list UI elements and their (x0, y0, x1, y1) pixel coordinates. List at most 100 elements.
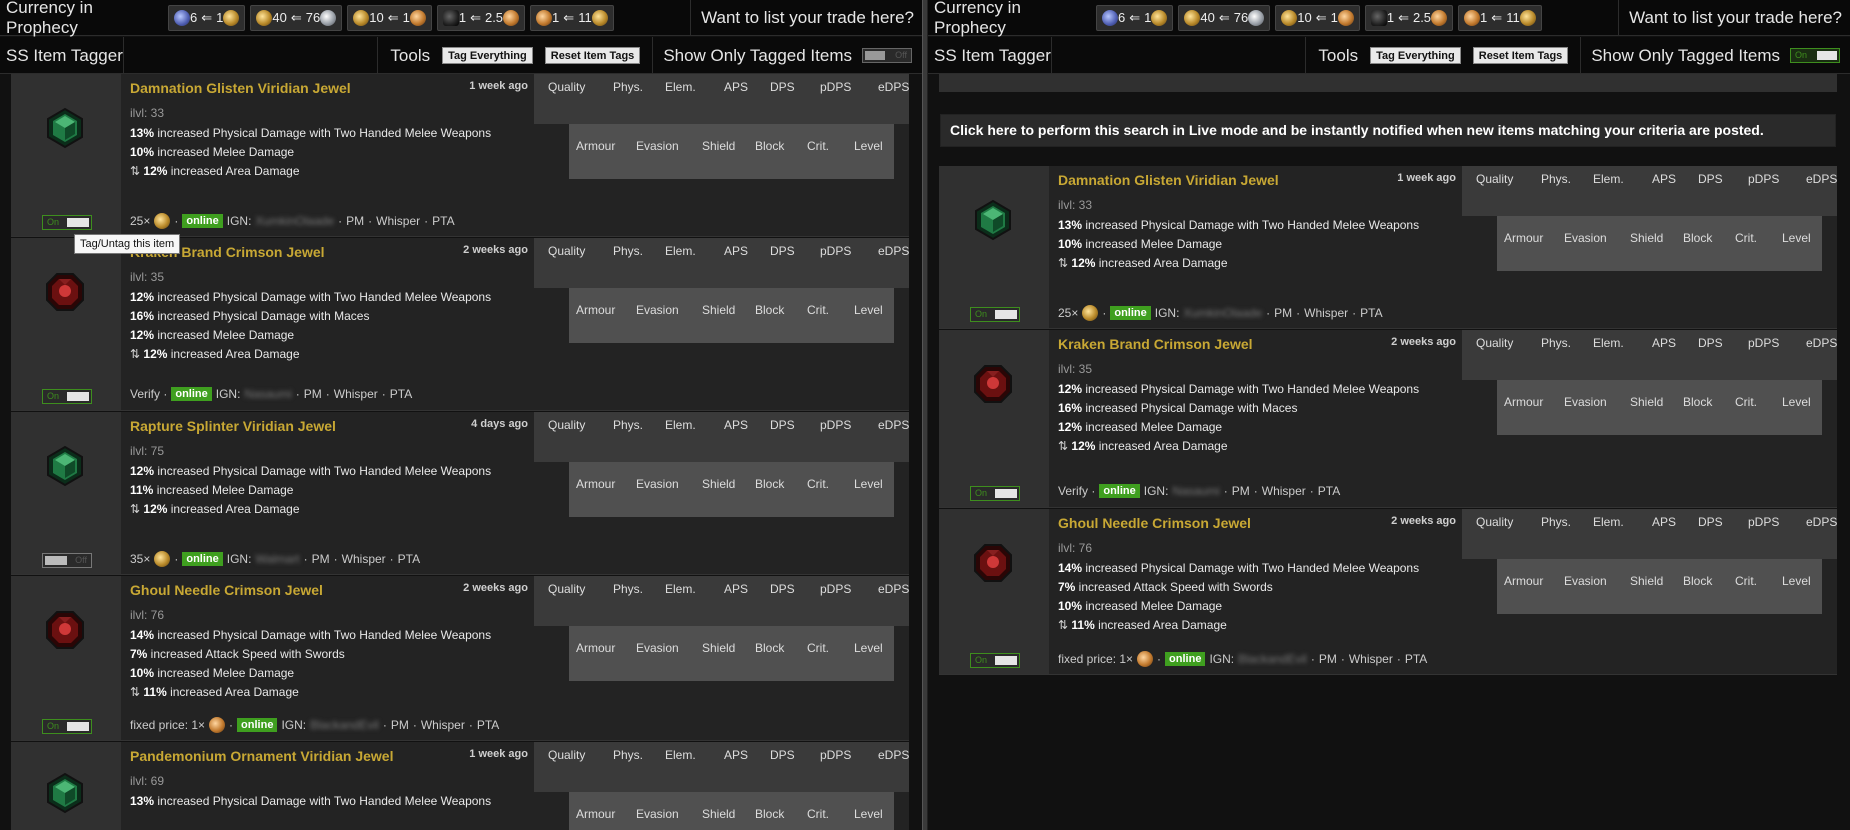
currency-rate-chip[interactable]: 1 ⇐ 2.5 (436, 4, 526, 31)
tag-toggle[interactable]: On (970, 653, 1020, 668)
tagger-toolbar: SS Item Tagger Tools Tag Everything Reset I… (928, 36, 1850, 74)
item-name[interactable]: Damnation Glisten Viridian Jewel (1058, 172, 1279, 188)
mod-text: increased Melee Damage (1082, 237, 1223, 251)
hybrid-mod-icon: ⇅ (130, 347, 144, 361)
promo-link[interactable]: Want to list your trade here? (1618, 0, 1850, 36)
tools-menu[interactable]: Tools (1305, 36, 1370, 74)
stat-label: Crit. (807, 477, 829, 491)
mod-value: 12% (130, 464, 155, 478)
mod-line: 12% increased Physical Damage with Two H… (130, 288, 491, 307)
pta-link[interactable]: PTA (1405, 652, 1427, 666)
stats-header: Quality Phys. Elem. APS DPS pDPS eDPS (1462, 509, 1837, 559)
stat-label: Elem. (665, 80, 696, 94)
tag-toggle[interactable]: On (970, 307, 1020, 322)
item-name[interactable]: Pandemonium Ornament Viridian Jewel (130, 748, 393, 764)
pm-link[interactable]: PM (312, 552, 330, 566)
show-only-tagged-toggle[interactable]: Off (862, 47, 912, 63)
pm-link[interactable]: PM (1232, 484, 1250, 498)
separator: · (1223, 484, 1228, 498)
currency-rate-chip[interactable]: 1 ⇐ 11 (1458, 4, 1542, 31)
pta-link[interactable]: PTA (398, 552, 420, 566)
show-only-tagged-toggle[interactable]: On (1790, 47, 1840, 63)
pm-link[interactable]: PM (346, 214, 364, 228)
mod-value: 7% (130, 647, 148, 661)
stat-label: Quality (1476, 515, 1514, 529)
separator: · (1102, 306, 1107, 320)
tagger-title: SS Item Tagger (928, 36, 1052, 74)
stat-label: Phys. (613, 582, 644, 596)
whisper-link[interactable]: Whisper (421, 718, 465, 732)
mod-value: 11% (143, 685, 167, 699)
tag-everything-button[interactable]: Tag Everything (1370, 46, 1461, 64)
jewel-icon (44, 772, 86, 814)
defence-stats-box: Armour Evasion Shield Block Crit. Level (569, 626, 894, 681)
stat-label: Quality (548, 80, 586, 94)
currency-rate-chip[interactable]: 10 ⇐ 1 (347, 4, 432, 31)
rate-arrow: ⇐ (290, 9, 302, 25)
online-badge: online (182, 214, 223, 228)
pta-link[interactable]: PTA (477, 718, 499, 732)
pm-link[interactable]: PM (391, 718, 409, 732)
stat-label: Armour (1504, 231, 1544, 245)
separator: · (1157, 652, 1162, 666)
item-name[interactable]: Ghoul Needle Crimson Jewel (130, 582, 323, 598)
whisper-link[interactable]: Whisper (334, 387, 378, 401)
item-level: ilvl: 76 (1058, 541, 1093, 555)
currency-rate-chip[interactable]: 6 ⇐ 1 (1096, 4, 1174, 31)
item-name[interactable]: Damnation Glisten Viridian Jewel (130, 80, 351, 96)
item-mods: 13% increased Physical Damage with Two H… (130, 792, 491, 811)
pm-link[interactable]: PM (1319, 652, 1337, 666)
whisper-link[interactable]: Whisper (376, 214, 420, 228)
reset-item-tags-button[interactable]: Reset Item Tags (544, 46, 641, 64)
pm-link[interactable]: PM (1274, 306, 1292, 320)
currency-rate-chip[interactable]: 40 ⇐ 76 (250, 4, 343, 31)
rate-arrow: ⇐ (1398, 9, 1409, 25)
tag-toggle[interactable]: Off (42, 553, 92, 568)
item-footer: Verify · online IGN: Nasaumi · PM · Whisper · PTA (1058, 484, 1340, 498)
stat-label: Elem. (665, 748, 696, 762)
pta-link[interactable]: PTA (390, 387, 412, 401)
whisper-link[interactable]: Whisper (1304, 306, 1348, 320)
tools-menu[interactable]: Tools (377, 36, 442, 74)
item-name[interactable]: Ghoul Needle Crimson Jewel (1058, 515, 1251, 531)
currency-rate-chip[interactable]: 1 ⇐ 2.5 (1364, 4, 1454, 31)
currency-rate-chip[interactable]: 40 ⇐ 76 (1178, 4, 1271, 31)
pta-link[interactable]: PTA (432, 214, 454, 228)
pta-link[interactable]: PTA (1318, 484, 1340, 498)
item-footer: fixed price: 1× · online IGN: BlackandEvil · P… (130, 717, 499, 733)
pta-link[interactable]: PTA (1360, 306, 1382, 320)
promo-link[interactable]: Want to list your trade here? (690, 0, 922, 36)
online-badge: online (1110, 306, 1151, 320)
reset-item-tags-button[interactable]: Reset Item Tags (1472, 46, 1569, 64)
tag-toggle[interactable]: On (42, 389, 92, 404)
seller-name: BlackandEvil (1238, 652, 1307, 666)
show-only-tagged-label: Show Only Tagged Items (652, 36, 862, 74)
item-name[interactable]: Kraken Brand Crimson Jewel (1058, 336, 1253, 352)
separator: · (381, 387, 386, 401)
whisper-link[interactable]: Whisper (1262, 484, 1306, 498)
item-level: ilvl: 33 (1058, 198, 1093, 212)
currency-rate-chip[interactable]: 1 ⇐ 11 (530, 4, 614, 31)
mod-line: ⇅ 12% increased Area Damage (130, 500, 491, 519)
pm-link[interactable]: PM (304, 387, 322, 401)
stat-label: eDPS (878, 418, 909, 432)
currency-rate-chip[interactable]: 6 ⇐ 1 (168, 4, 246, 31)
defence-stats-box: Armour Evasion Shield Block Crit. Level (569, 124, 894, 179)
mod-text: increased Physical Damage with Maces (1082, 401, 1298, 415)
currency-rate-chip[interactable]: 10 ⇐ 1 (1275, 4, 1360, 31)
whisper-link[interactable]: Whisper (342, 552, 386, 566)
item-footer: 25× · online IGN: XumkinOlaade · PM · Whisper · PT… (130, 213, 455, 229)
tagger-toolbar: SS Item Tagger Tools Tag Everything Reset I… (0, 36, 922, 74)
tag-everything-button[interactable]: Tag Everything (442, 46, 533, 64)
tag-toggle[interactable]: On (970, 486, 1020, 501)
right-pane: Currency in Prophecy 6 ⇐ 1 40 ⇐ 76 10 ⇐ 1 1 ⇐ 2.5 1 ⇐ 1… (928, 0, 1850, 830)
item-name[interactable]: Rapture Splinter Viridian Jewel (130, 418, 336, 434)
stat-label: Level (854, 807, 883, 821)
whisper-link[interactable]: Whisper (1349, 652, 1393, 666)
stats-header: Quality Phys. Elem. APS DPS pDPS eDPS (534, 74, 909, 124)
tag-toggle[interactable]: On (42, 215, 92, 230)
live-search-banner[interactable]: Click here to perform this search in Liv… (940, 114, 1836, 147)
tag-toggle[interactable]: On (42, 719, 92, 734)
jewel-icon (972, 363, 1014, 405)
stat-label: Crit. (1735, 231, 1757, 245)
